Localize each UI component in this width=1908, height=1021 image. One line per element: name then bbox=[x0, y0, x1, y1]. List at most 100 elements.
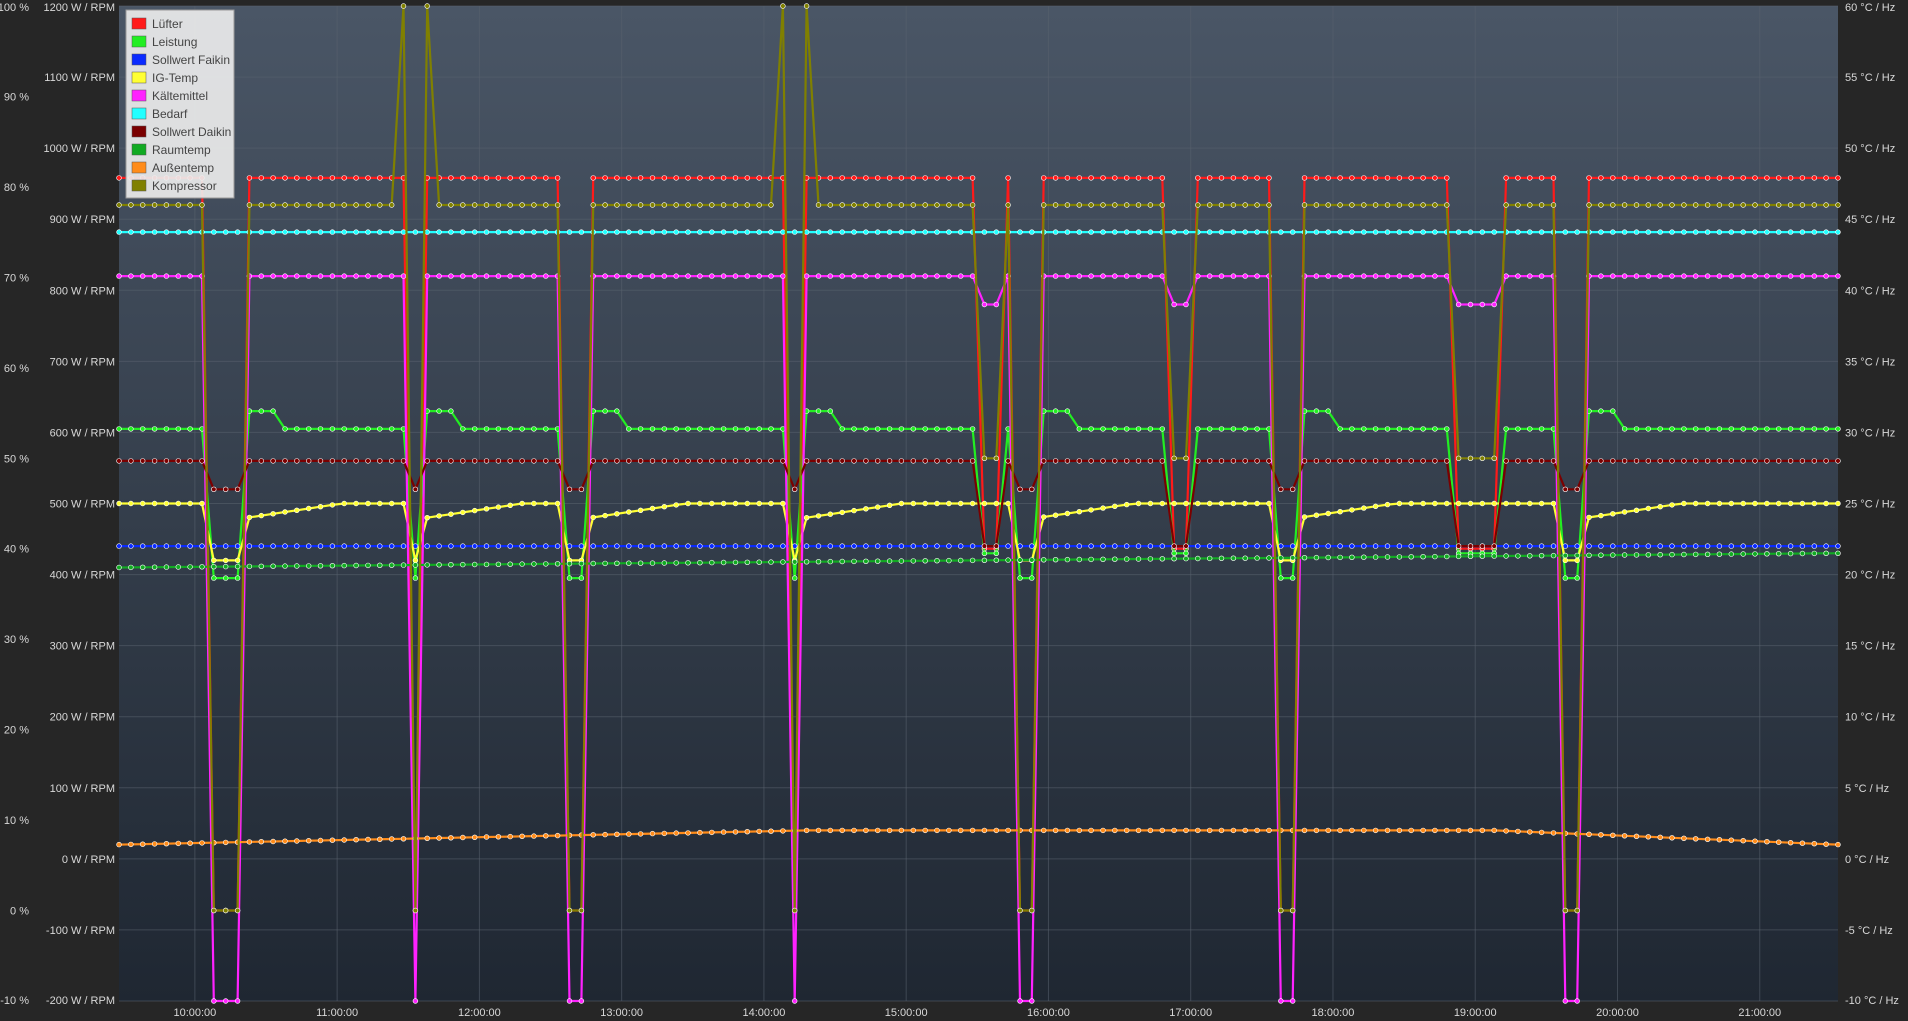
data-point bbox=[1740, 175, 1746, 181]
data-point bbox=[554, 832, 561, 839]
data-point bbox=[495, 273, 502, 279]
data-point bbox=[1218, 458, 1225, 464]
data-point bbox=[483, 202, 490, 208]
data-point bbox=[898, 500, 905, 507]
data-point bbox=[1017, 907, 1023, 914]
data-point bbox=[1408, 202, 1414, 208]
data-point bbox=[163, 273, 170, 279]
data-point bbox=[1408, 229, 1414, 235]
data-point bbox=[246, 514, 253, 521]
data-point bbox=[116, 175, 122, 181]
data-point bbox=[246, 543, 253, 549]
data-point bbox=[1076, 556, 1083, 563]
data-point bbox=[140, 229, 146, 235]
data-point bbox=[1135, 827, 1142, 834]
data-point bbox=[1645, 458, 1652, 464]
data-point bbox=[768, 500, 774, 507]
data-point bbox=[400, 562, 407, 568]
data-point bbox=[1538, 273, 1545, 279]
data-point bbox=[922, 202, 928, 208]
data-point bbox=[732, 458, 739, 464]
data-point bbox=[969, 500, 976, 507]
data-point bbox=[282, 175, 288, 181]
data-point bbox=[839, 558, 845, 565]
data-point bbox=[1799, 175, 1806, 181]
data-point bbox=[720, 175, 727, 181]
y-tick-label-power: 1100 W / RPM bbox=[44, 72, 115, 84]
data-point bbox=[898, 273, 905, 279]
data-point bbox=[448, 273, 454, 279]
data-point bbox=[1764, 458, 1770, 464]
data-point bbox=[1301, 175, 1308, 181]
data-point bbox=[1704, 426, 1711, 432]
data-point bbox=[1349, 507, 1355, 513]
data-point bbox=[1752, 543, 1758, 549]
data-point bbox=[460, 229, 466, 235]
data-point bbox=[1787, 273, 1794, 279]
data-point bbox=[175, 500, 182, 507]
data-point bbox=[1692, 202, 1699, 208]
data-point bbox=[1420, 273, 1426, 279]
data-point bbox=[1147, 202, 1154, 208]
data-point bbox=[709, 202, 715, 208]
data-point bbox=[460, 426, 466, 432]
data-point bbox=[1823, 550, 1829, 556]
data-point bbox=[957, 426, 964, 432]
data-point bbox=[1633, 458, 1640, 464]
data-point bbox=[1052, 458, 1059, 464]
data-point bbox=[507, 561, 513, 567]
y-tick-label-right: 25 °C / Hz bbox=[1845, 499, 1895, 511]
data-point bbox=[1384, 827, 1391, 834]
data-point bbox=[1574, 998, 1580, 1004]
y-tick-label-percent: 60 % bbox=[4, 363, 29, 375]
data-point bbox=[934, 458, 940, 464]
data-point bbox=[1467, 553, 1474, 559]
x-tick-label: 20:00:00 bbox=[1596, 1007, 1639, 1019]
data-point bbox=[803, 543, 810, 549]
data-point bbox=[519, 229, 525, 235]
data-point bbox=[543, 175, 549, 181]
data-point bbox=[1574, 557, 1580, 564]
data-point bbox=[495, 175, 502, 181]
data-point bbox=[223, 575, 229, 581]
data-point bbox=[1088, 229, 1094, 235]
data-point bbox=[1562, 486, 1569, 492]
data-point bbox=[1325, 175, 1331, 181]
data-point bbox=[353, 229, 359, 235]
data-point bbox=[1775, 500, 1782, 507]
data-point bbox=[1503, 500, 1509, 507]
data-point bbox=[1728, 202, 1735, 208]
data-point bbox=[1799, 229, 1806, 235]
data-point bbox=[815, 458, 822, 464]
data-point bbox=[294, 458, 300, 464]
data-point bbox=[377, 543, 383, 549]
data-point bbox=[1455, 301, 1462, 308]
data-point bbox=[294, 543, 300, 549]
data-point bbox=[602, 543, 608, 549]
data-point bbox=[1064, 458, 1071, 464]
data-point bbox=[1586, 202, 1592, 208]
data-point bbox=[839, 827, 845, 834]
data-point bbox=[1823, 175, 1829, 181]
data-point bbox=[1230, 229, 1237, 235]
data-point bbox=[1491, 827, 1497, 834]
data-point bbox=[1088, 175, 1094, 181]
data-point bbox=[1538, 829, 1545, 836]
data-point bbox=[1289, 998, 1296, 1004]
data-point bbox=[1681, 175, 1687, 181]
data-point bbox=[685, 202, 691, 208]
data-point bbox=[602, 273, 608, 279]
data-point bbox=[1811, 840, 1818, 847]
data-point bbox=[851, 458, 857, 464]
data-point bbox=[874, 458, 881, 464]
data-point bbox=[1384, 175, 1391, 181]
data-point bbox=[1562, 907, 1569, 914]
data-point bbox=[1716, 202, 1723, 208]
data-point bbox=[768, 543, 774, 549]
data-point bbox=[732, 559, 739, 566]
data-point bbox=[1372, 827, 1379, 834]
x-tick-label: 19:00:00 bbox=[1454, 1007, 1497, 1019]
data-point bbox=[1372, 202, 1379, 208]
data-point bbox=[590, 514, 596, 521]
data-point bbox=[151, 841, 158, 847]
